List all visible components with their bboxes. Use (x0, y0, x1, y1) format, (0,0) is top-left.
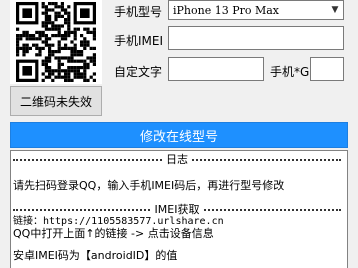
model-select-value: iPhone 13 Pro Max (173, 3, 280, 17)
model-select[interactable]: iPhone 13 Pro Max ▼ (168, 0, 344, 20)
imei-section-divider: IMEI获取 (13, 201, 341, 217)
gb-label: 手机*G (270, 65, 310, 79)
custom-text-input[interactable] (168, 57, 264, 81)
log-instruction-line: QQ中打开上面↑的链接 -> 点击设备信息 (13, 227, 214, 240)
imei-label: 手机IMEI (114, 34, 164, 48)
model-label: 手机型号 (114, 5, 163, 19)
qr-code-graphic (15, 1, 96, 83)
gb-input[interactable] (310, 57, 344, 81)
qr-status-button[interactable]: 二维码未失效 (10, 86, 102, 116)
qr-finder-pattern (15, 1, 39, 25)
modify-model-button[interactable]: 修改在线型号 (10, 122, 348, 148)
chevron-down-icon[interactable]: ▼ (327, 1, 343, 19)
custom-text-label: 自定文字 (114, 65, 163, 79)
qr-finder-pattern (73, 1, 96, 25)
qr-finder-pattern (15, 59, 39, 83)
log-android-line: 安卓IMEI码为【androidID】的值 (13, 249, 178, 262)
imei-input[interactable] (168, 26, 344, 50)
qr-code-image (10, 0, 102, 84)
log-line-login-hint: 请先扫码登录QQ，输入手机IMEI码后，再进行型号修改 (13, 179, 285, 192)
log-title: 日志 (162, 151, 192, 167)
log-panel[interactable]: 日志 请先扫码登录QQ，输入手机IMEI码后，再进行型号修改 IMEI获取 链接… (10, 150, 348, 268)
log-title-divider: 日志 (13, 151, 341, 167)
